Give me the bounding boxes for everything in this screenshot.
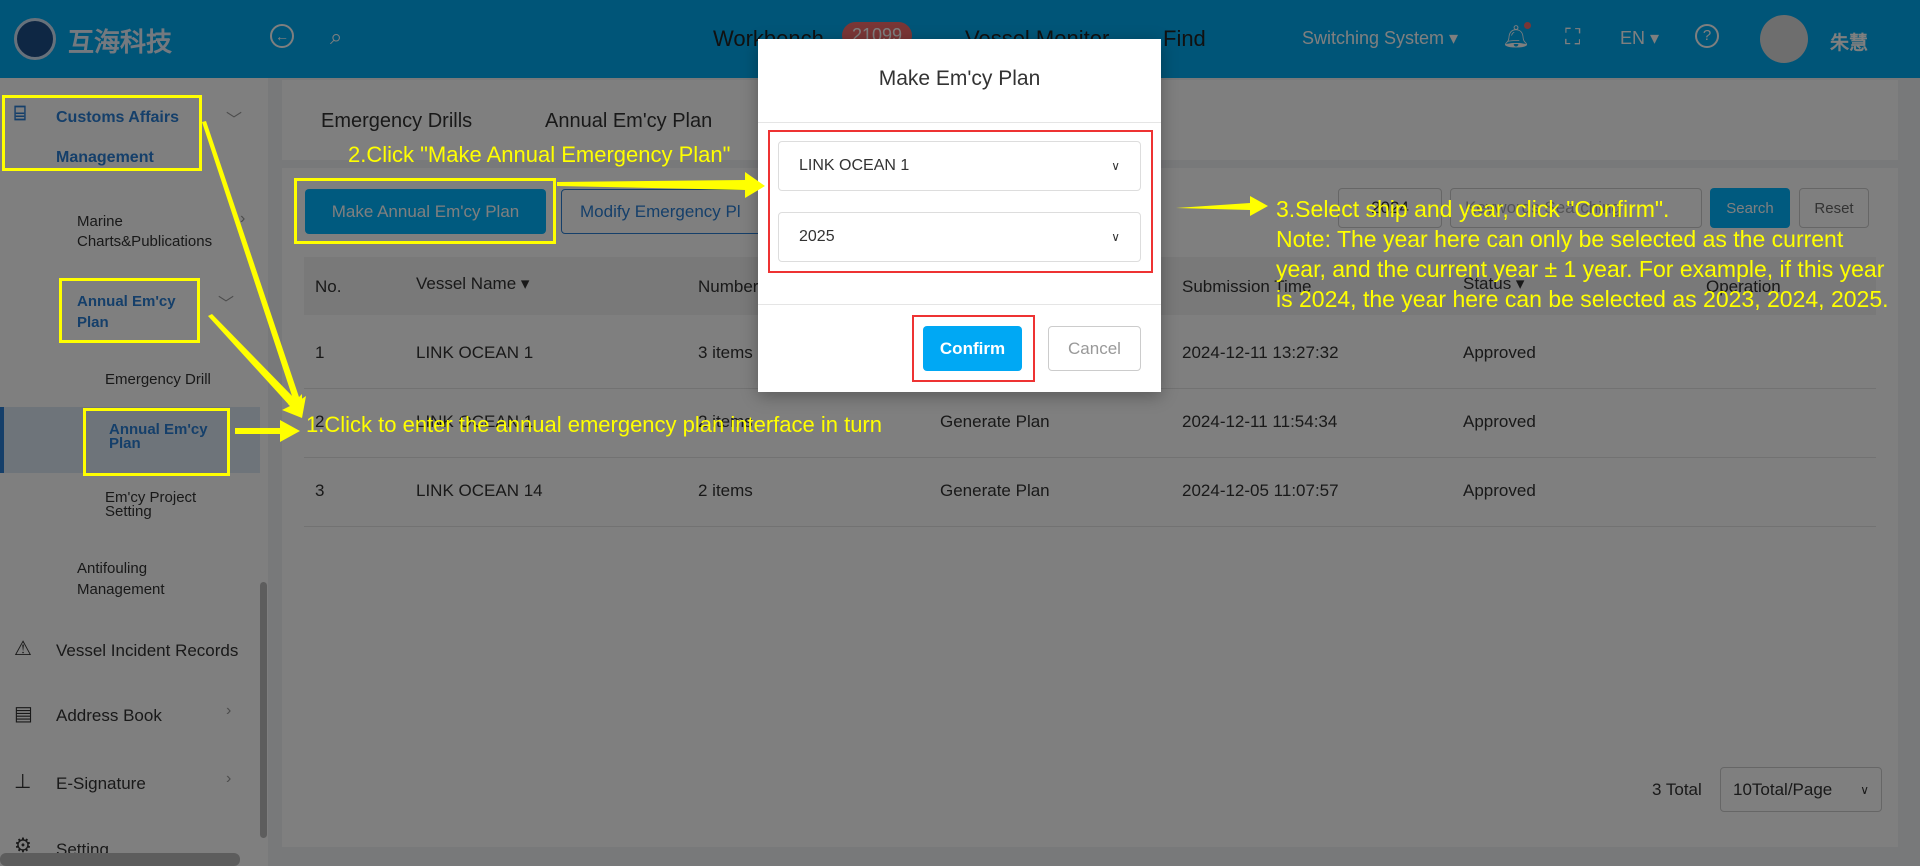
arrow-3 — [1176, 196, 1268, 216]
annotation-step3-line4: is 2024, the year here can be selected a… — [1276, 286, 1889, 312]
annotation-step2: 2.Click "Make Annual Emergency Plan" — [348, 142, 731, 167]
arrow-2 — [557, 172, 765, 198]
arrow-1c — [235, 420, 300, 442]
annotation-step1: 1.Click to enter the annual emergency pl… — [306, 412, 882, 437]
annotation-arrows — [202, 121, 1268, 442]
annotation-step3-line3: year, and the current year ± 1 year. For… — [1276, 256, 1885, 282]
annotation-step3-line1: 3.Select ship and year, click "Confirm". — [1276, 196, 1670, 222]
arrow-1a — [202, 121, 306, 418]
annotation-step3-line2: Note: The year here can only be selected… — [1276, 226, 1844, 252]
annotation-step3: 3.Select ship and year, click "Confirm".… — [1276, 194, 1889, 314]
